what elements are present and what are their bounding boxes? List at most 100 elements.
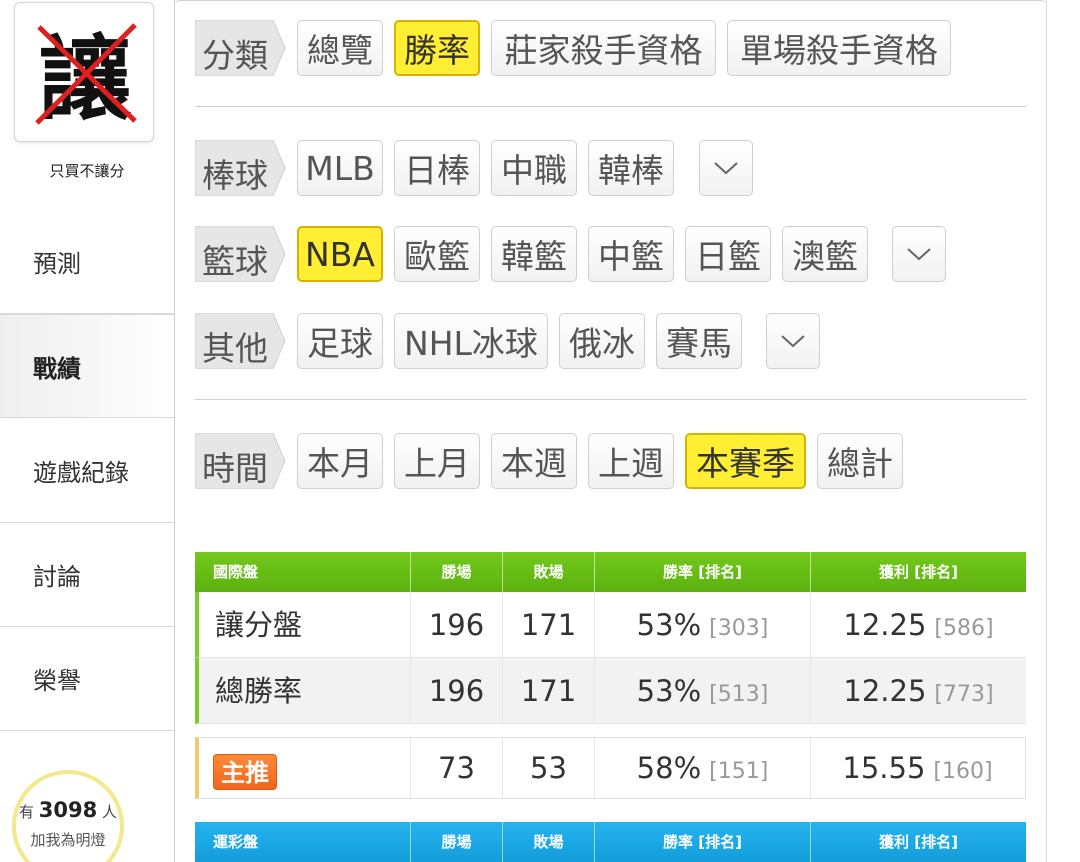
profit-rank: [586] bbox=[934, 616, 994, 641]
row-winrate: 53% [513] bbox=[594, 658, 810, 724]
baseball-cpbl-chip[interactable]: 中職 bbox=[491, 140, 577, 196]
col-header-market: 運彩盤 bbox=[213, 833, 259, 851]
nav-item-record[interactable]: 戰績 bbox=[0, 314, 174, 418]
other-soccer-chip[interactable]: 足球 bbox=[297, 313, 383, 369]
category-winrate-chip[interactable]: 勝率 bbox=[394, 20, 480, 76]
col-header-losses: 敗場 bbox=[502, 822, 594, 862]
winrate-value: 53% bbox=[636, 608, 702, 642]
nav-label: 榮譽 bbox=[33, 667, 81, 695]
sports-lottery-table: 運彩盤 勝場 敗場 勝率 [排名] 獲利 [排名] bbox=[195, 822, 1026, 862]
table-row[interactable]: 讓分盤 196 171 53% [303] 12.25 [586] bbox=[195, 592, 1026, 658]
other-khl-chip[interactable]: 俄冰 bbox=[559, 313, 645, 369]
row-wins: 196 bbox=[410, 658, 502, 724]
follow-cta: 加我為明燈 bbox=[30, 831, 106, 849]
row-losses: 171 bbox=[502, 658, 594, 724]
nav-label: 討論 bbox=[33, 563, 81, 591]
row-wins: 196 bbox=[410, 592, 502, 658]
chevron-down-icon bbox=[714, 162, 738, 175]
basketball-label-text: 籃球 bbox=[202, 242, 268, 281]
baseball-label-text: 棒球 bbox=[202, 156, 268, 195]
other-horse-racing-chip[interactable]: 賽馬 bbox=[656, 313, 742, 369]
basketball-japan-chip[interactable]: 日籃 bbox=[685, 226, 771, 282]
basketball-korea-chip[interactable]: 韓籃 bbox=[491, 226, 577, 282]
other-filter-row: 其他 足球 NHL冰球 俄冰 賽馬 bbox=[195, 313, 1026, 369]
basketball-filter-row: 籃球 NBA 歐籃 韓籃 中籃 日籃 澳籃 bbox=[195, 226, 1026, 282]
divider bbox=[195, 399, 1026, 400]
basketball-more-dropdown[interactable] bbox=[892, 226, 946, 282]
row-market-name: 讓分盤 bbox=[215, 608, 303, 642]
nav-item-honor[interactable]: 榮譽 bbox=[0, 627, 174, 731]
row-profit: 12.25 [773] bbox=[810, 658, 1026, 724]
col-header-winrate: 勝率 [排名] bbox=[594, 552, 810, 592]
winrate-rank: [513] bbox=[709, 682, 769, 707]
featured-tag: 主推 bbox=[213, 754, 277, 790]
badge-caption: 只買不讓分 bbox=[49, 162, 125, 180]
nav-label: 預測 bbox=[33, 250, 81, 278]
time-total-chip[interactable]: 總計 bbox=[817, 433, 903, 489]
filter-panel: 分類 總覽 勝率 莊家殺手資格 單場殺手資格 棒球 MLB 日棒 中職 韓棒 籃… bbox=[174, 0, 1047, 862]
baseball-mlb-chip[interactable]: MLB bbox=[297, 140, 383, 196]
time-this-season-chip[interactable]: 本賽季 bbox=[685, 433, 806, 489]
category-single-killer-chip[interactable]: 單場殺手資格 bbox=[727, 20, 951, 76]
nav-item-game-log[interactable]: 遊戲紀錄 bbox=[0, 419, 174, 523]
nav-item-discussion[interactable]: 討論 bbox=[0, 523, 174, 627]
profit-rank: [773] bbox=[934, 682, 994, 707]
time-this-month-chip[interactable]: 本月 bbox=[297, 433, 383, 489]
other-more-dropdown[interactable] bbox=[766, 313, 820, 369]
intl-table-header: 國際盤 勝場 敗場 勝率 [排名] 獲利 [排名] bbox=[195, 552, 1026, 592]
follow-lamp-button[interactable]: 有 3098 人 加我為明燈 bbox=[12, 770, 124, 862]
basketball-euro-chip[interactable]: 歐籃 bbox=[394, 226, 480, 282]
winrate-rank: [303] bbox=[709, 616, 769, 641]
col-header-market: 國際盤 bbox=[213, 563, 259, 581]
row-losses: 53 bbox=[502, 738, 594, 798]
category-bookie-killer-chip[interactable]: 莊家殺手資格 bbox=[491, 20, 716, 76]
follower-count: 有 3098 人 bbox=[16, 798, 120, 822]
other-nhl-chip[interactable]: NHL冰球 bbox=[394, 313, 548, 369]
category-overview-chip[interactable]: 總覽 bbox=[297, 20, 383, 76]
intl-stats-table: 國際盤 勝場 敗場 勝率 [排名] 獲利 [排名] 讓分盤 196 171 53… bbox=[195, 552, 1026, 726]
follower-prefix: 有 bbox=[18, 803, 34, 821]
basketball-nba-chip[interactable]: NBA bbox=[297, 226, 383, 282]
row-featured-tag-cell: 主推 bbox=[199, 738, 410, 798]
profit-value: 15.55 bbox=[842, 751, 926, 785]
row-market-name: 總勝率 bbox=[215, 674, 303, 708]
category-label: 分類 bbox=[195, 20, 286, 76]
time-last-month-chip[interactable]: 上月 bbox=[394, 433, 480, 489]
profit-value: 12.25 bbox=[843, 674, 927, 708]
basketball-australia-chip[interactable]: 澳籃 bbox=[782, 226, 868, 282]
follower-number: 3098 bbox=[38, 798, 98, 822]
baseball-more-dropdown[interactable] bbox=[699, 140, 753, 196]
table-row[interactable]: 總勝率 196 171 53% [513] 12.25 [773] bbox=[195, 658, 1026, 724]
col-header-wins: 勝場 bbox=[410, 822, 502, 862]
baseball-kbo-chip[interactable]: 韓棒 bbox=[588, 140, 674, 196]
row-winrate: 53% [303] bbox=[594, 592, 810, 658]
col-header-profit: 獲利 [排名] bbox=[810, 552, 1026, 592]
sports-table-header: 運彩盤 勝場 敗場 勝率 [排名] 獲利 [排名] bbox=[195, 822, 1026, 862]
profit-rank: [160] bbox=[933, 759, 993, 784]
other-label-text: 其他 bbox=[202, 329, 268, 368]
time-last-week-chip[interactable]: 上週 bbox=[588, 433, 674, 489]
col-header-losses: 敗場 bbox=[502, 552, 594, 592]
col-header-profit: 獲利 [排名] bbox=[810, 822, 1026, 862]
nav-item-predict[interactable]: 預測 bbox=[0, 210, 174, 314]
profit-value: 12.25 bbox=[843, 608, 927, 642]
table-row[interactable]: 主推 73 53 58% [151] 15.55 [160] bbox=[195, 737, 1026, 799]
follower-suffix: 人 bbox=[102, 803, 118, 821]
page-root: 讓 只買不讓分 預測 戰績 遊戲紀錄 討論 榮譽 有 3098 人 加我為明燈 … bbox=[0, 0, 1080, 862]
winrate-rank: [151] bbox=[709, 759, 769, 784]
row-profit: 15.55 [160] bbox=[810, 738, 1024, 798]
time-filter-row: 時間 本月 上月 本週 上週 本賽季 總計 bbox=[195, 433, 1026, 489]
sidebar: 讓 只買不讓分 預測 戰績 遊戲紀錄 討論 榮譽 有 3098 人 加我為明燈 bbox=[0, 0, 174, 862]
nav-label: 戰績 bbox=[33, 354, 81, 383]
winrate-value: 58% bbox=[636, 751, 702, 785]
row-profit: 12.25 [586] bbox=[810, 592, 1026, 658]
divider bbox=[195, 106, 1026, 107]
time-this-week-chip[interactable]: 本週 bbox=[491, 433, 577, 489]
baseball-npb-chip[interactable]: 日棒 bbox=[394, 140, 480, 196]
basketball-label: 籃球 bbox=[195, 226, 286, 282]
chevron-down-icon bbox=[907, 248, 931, 261]
basketball-china-chip[interactable]: 中籃 bbox=[588, 226, 674, 282]
row-losses: 171 bbox=[502, 592, 594, 658]
other-label: 其他 bbox=[195, 313, 286, 369]
nav-label: 遊戲紀錄 bbox=[33, 459, 129, 487]
